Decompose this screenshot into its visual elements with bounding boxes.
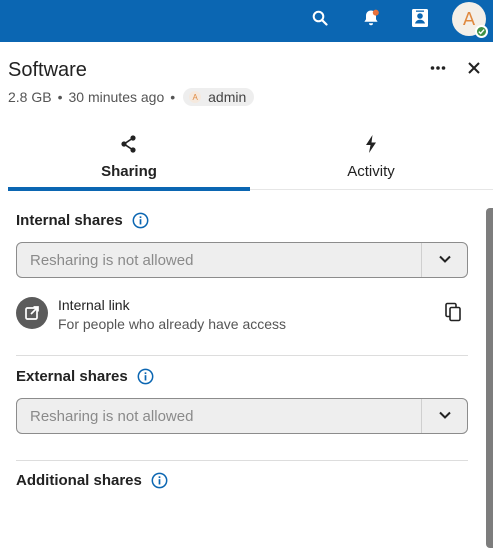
select-dropdown-button[interactable] (421, 399, 467, 433)
file-details-sidebar: Software 2.8 GB • 30 minutes ago • A adm… (0, 42, 493, 548)
external-shares-title: External shares (16, 368, 128, 385)
external-shares-heading: External shares (16, 368, 154, 385)
tab-sharing[interactable]: Sharing (8, 130, 250, 191)
owner-chip[interactable]: A admin (183, 88, 255, 106)
select-value: Resharing is not allowed (30, 251, 194, 269)
copy-link-button[interactable] (444, 302, 462, 327)
additional-shares-heading: Additional shares (16, 472, 168, 489)
user-avatar-initial: A (462, 8, 476, 30)
sidebar-scrollbar[interactable] (486, 208, 493, 548)
section-divider (16, 355, 468, 356)
internal-link-subtitle: For people who already have access (58, 316, 287, 332)
share-icon (120, 134, 138, 159)
select-value: Resharing is not allowed (30, 407, 194, 425)
file-modified: 30 minutes ago (68, 89, 165, 105)
close-button[interactable] (466, 58, 482, 83)
user-avatar[interactable]: A (452, 2, 488, 38)
notifications-icon[interactable] (360, 0, 382, 36)
internal-resharing-select[interactable]: Resharing is not allowed (16, 242, 468, 278)
file-meta: 2.8 GB • 30 minutes ago • A admin (8, 88, 255, 106)
file-size: 2.8 GB (8, 89, 52, 105)
tab-label: Activity (347, 163, 395, 180)
info-icon[interactable] (151, 472, 168, 489)
tab-activity[interactable]: Activity (250, 130, 492, 190)
more-options-button[interactable] (430, 58, 446, 83)
status-online-icon (475, 25, 488, 38)
info-icon[interactable] (132, 212, 149, 229)
chevron-down-icon (438, 251, 452, 269)
activity-icon (364, 134, 378, 159)
owner-name: admin (208, 89, 247, 105)
external-link-icon (16, 297, 48, 329)
tab-label: Sharing (101, 163, 157, 180)
info-icon[interactable] (137, 368, 154, 385)
chevron-down-icon (438, 407, 452, 425)
more-icon (430, 65, 446, 82)
search-icon[interactable] (309, 0, 331, 36)
contacts-icon[interactable] (409, 0, 431, 36)
file-title: Software (8, 59, 87, 81)
internal-shares-heading: Internal shares (16, 212, 149, 229)
internal-shares-title: Internal shares (16, 212, 123, 229)
meta-separator: • (170, 89, 176, 105)
internal-link-title: Internal link (58, 297, 130, 313)
close-icon (466, 62, 482, 82)
internal-link-row: Internal link For people who already hav… (16, 294, 468, 334)
top-header-bar: A (0, 0, 493, 42)
select-dropdown-button[interactable] (421, 243, 467, 277)
additional-shares-title: Additional shares (16, 472, 142, 489)
active-tab-indicator (8, 187, 250, 191)
section-divider (16, 460, 468, 461)
external-resharing-select[interactable]: Resharing is not allowed (16, 398, 468, 434)
meta-separator: • (57, 89, 63, 105)
copy-icon (444, 302, 462, 326)
owner-avatar: A (189, 91, 202, 103)
sidebar-tabs: Sharing Activity (8, 130, 493, 191)
